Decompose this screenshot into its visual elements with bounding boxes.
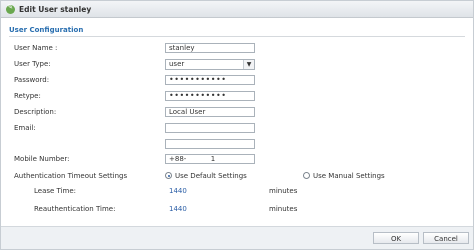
- description-input[interactable]: Local User: [165, 107, 255, 117]
- user-type-select[interactable]: user ▼: [165, 59, 255, 70]
- email-input-1[interactable]: [165, 123, 255, 133]
- user-type-label: User Type:: [14, 60, 51, 68]
- password-row: Password: •••••••••••: [1, 75, 473, 87]
- use-manual-label[interactable]: Use Manual Settings: [313, 172, 385, 180]
- auth-timeout-label: Authentication Timeout Settings: [14, 172, 128, 180]
- chevron-down-icon[interactable]: ▼: [243, 60, 254, 69]
- email-row-2: [1, 139, 473, 151]
- lease-time-value: 1440: [169, 187, 187, 195]
- description-row: Description: Local User: [1, 107, 473, 119]
- mobile-row: Mobile Number: +88- 1: [1, 154, 473, 166]
- user-name-input[interactable]: stanley: [165, 43, 255, 53]
- retype-label: Retype:: [14, 92, 41, 100]
- edit-user-dialog: Edit User stanley User Configuration Use…: [0, 0, 474, 250]
- dialog-title: Edit User stanley: [19, 4, 92, 14]
- title-bar: Edit User stanley: [1, 1, 473, 18]
- ok-button[interactable]: OK: [373, 232, 419, 244]
- auth-timeout-row: Authentication Timeout Settings Use Defa…: [1, 171, 473, 183]
- user-type-row: User Type: user ▼: [1, 59, 473, 71]
- cancel-button[interactable]: Cancel: [423, 232, 469, 244]
- reauth-time-value: 1440: [169, 205, 187, 213]
- reauth-time-label: Reauthentication Time:: [34, 205, 116, 213]
- lease-time-label: Lease Time:: [34, 187, 77, 195]
- lease-time-unit: minutes: [269, 187, 298, 195]
- user-name-row: User Name : stanley: [1, 43, 473, 55]
- use-manual-radio[interactable]: [303, 172, 310, 179]
- edit-icon: [6, 3, 15, 14]
- reauth-time-row: Reauthentication Time: 1440 minutes: [1, 204, 473, 216]
- email-input-2[interactable]: [165, 139, 255, 149]
- mobile-input[interactable]: +88- 1: [165, 154, 255, 164]
- use-default-label[interactable]: Use Default Settings: [175, 172, 247, 180]
- lease-time-row: Lease Time: 1440 minutes: [1, 186, 473, 198]
- email-row: Email:: [1, 123, 473, 135]
- section-title: User Configuration: [9, 26, 465, 37]
- retype-row: Retype: •••••••••••: [1, 91, 473, 103]
- password-input[interactable]: •••••••••••: [165, 75, 255, 85]
- email-label: Email:: [14, 124, 36, 132]
- retype-input[interactable]: •••••••••••: [165, 91, 255, 101]
- use-default-radio[interactable]: [165, 172, 172, 179]
- dialog-footer: OK Cancel: [1, 226, 473, 249]
- reauth-time-unit: minutes: [269, 205, 298, 213]
- user-type-value: user: [169, 60, 185, 68]
- password-label: Password:: [14, 76, 50, 84]
- user-name-label: User Name :: [14, 44, 58, 52]
- mobile-label: Mobile Number:: [14, 155, 70, 163]
- description-label: Description:: [14, 108, 57, 116]
- user-configuration-section: User Configuration: [9, 26, 465, 37]
